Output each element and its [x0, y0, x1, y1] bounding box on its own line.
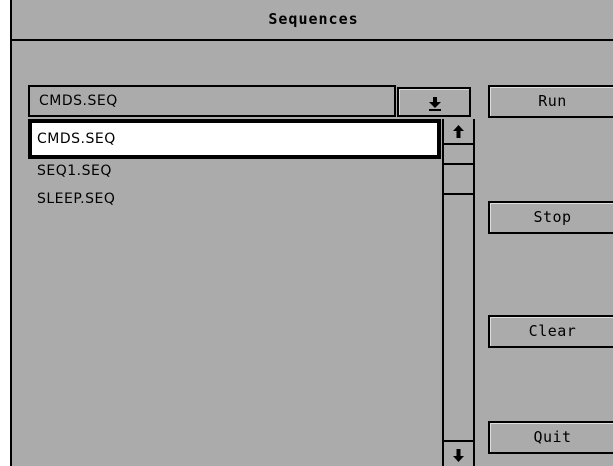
list-item-label: SLEEP.SEQ [37, 191, 116, 207]
list-item[interactable]: CMDS.SEQ [28, 119, 441, 159]
list-item-label: SEQ1.SEQ [37, 163, 112, 179]
sequence-list[interactable]: CMDS.SEQ SEQ1.SEQ SLEEP.SEQ [28, 119, 444, 466]
list-item[interactable]: SLEEP.SEQ [28, 185, 440, 213]
arrow-down-to-bar-icon [429, 97, 441, 111]
arrow-up-icon [453, 125, 464, 138]
sequences-window: Sequences CMDS.SEQ CMDS.SEQ SEQ1.SEQ SLE… [10, 0, 613, 466]
list-item-label: CMDS.SEQ [37, 131, 116, 147]
scroll-down-button[interactable] [444, 440, 473, 466]
window-title: Sequences [268, 10, 359, 28]
run-button[interactable]: Run [488, 85, 613, 118]
stop-button[interactable]: Stop [488, 201, 613, 234]
combo-value: CMDS.SEQ [39, 93, 118, 109]
list-item[interactable]: SEQ1.SEQ [28, 157, 440, 185]
title-bar: Sequences [12, 0, 613, 41]
scroll-up-button[interactable] [444, 119, 473, 145]
clear-button[interactable]: Clear [488, 315, 613, 348]
arrow-down-icon [453, 449, 464, 462]
sequence-combo-field[interactable]: CMDS.SEQ [28, 85, 396, 117]
scroll-thumb[interactable] [444, 147, 473, 195]
combo-dropdown-button[interactable] [397, 87, 471, 117]
list-scrollbar[interactable] [442, 119, 475, 466]
quit-button[interactable]: Quit [488, 421, 613, 454]
